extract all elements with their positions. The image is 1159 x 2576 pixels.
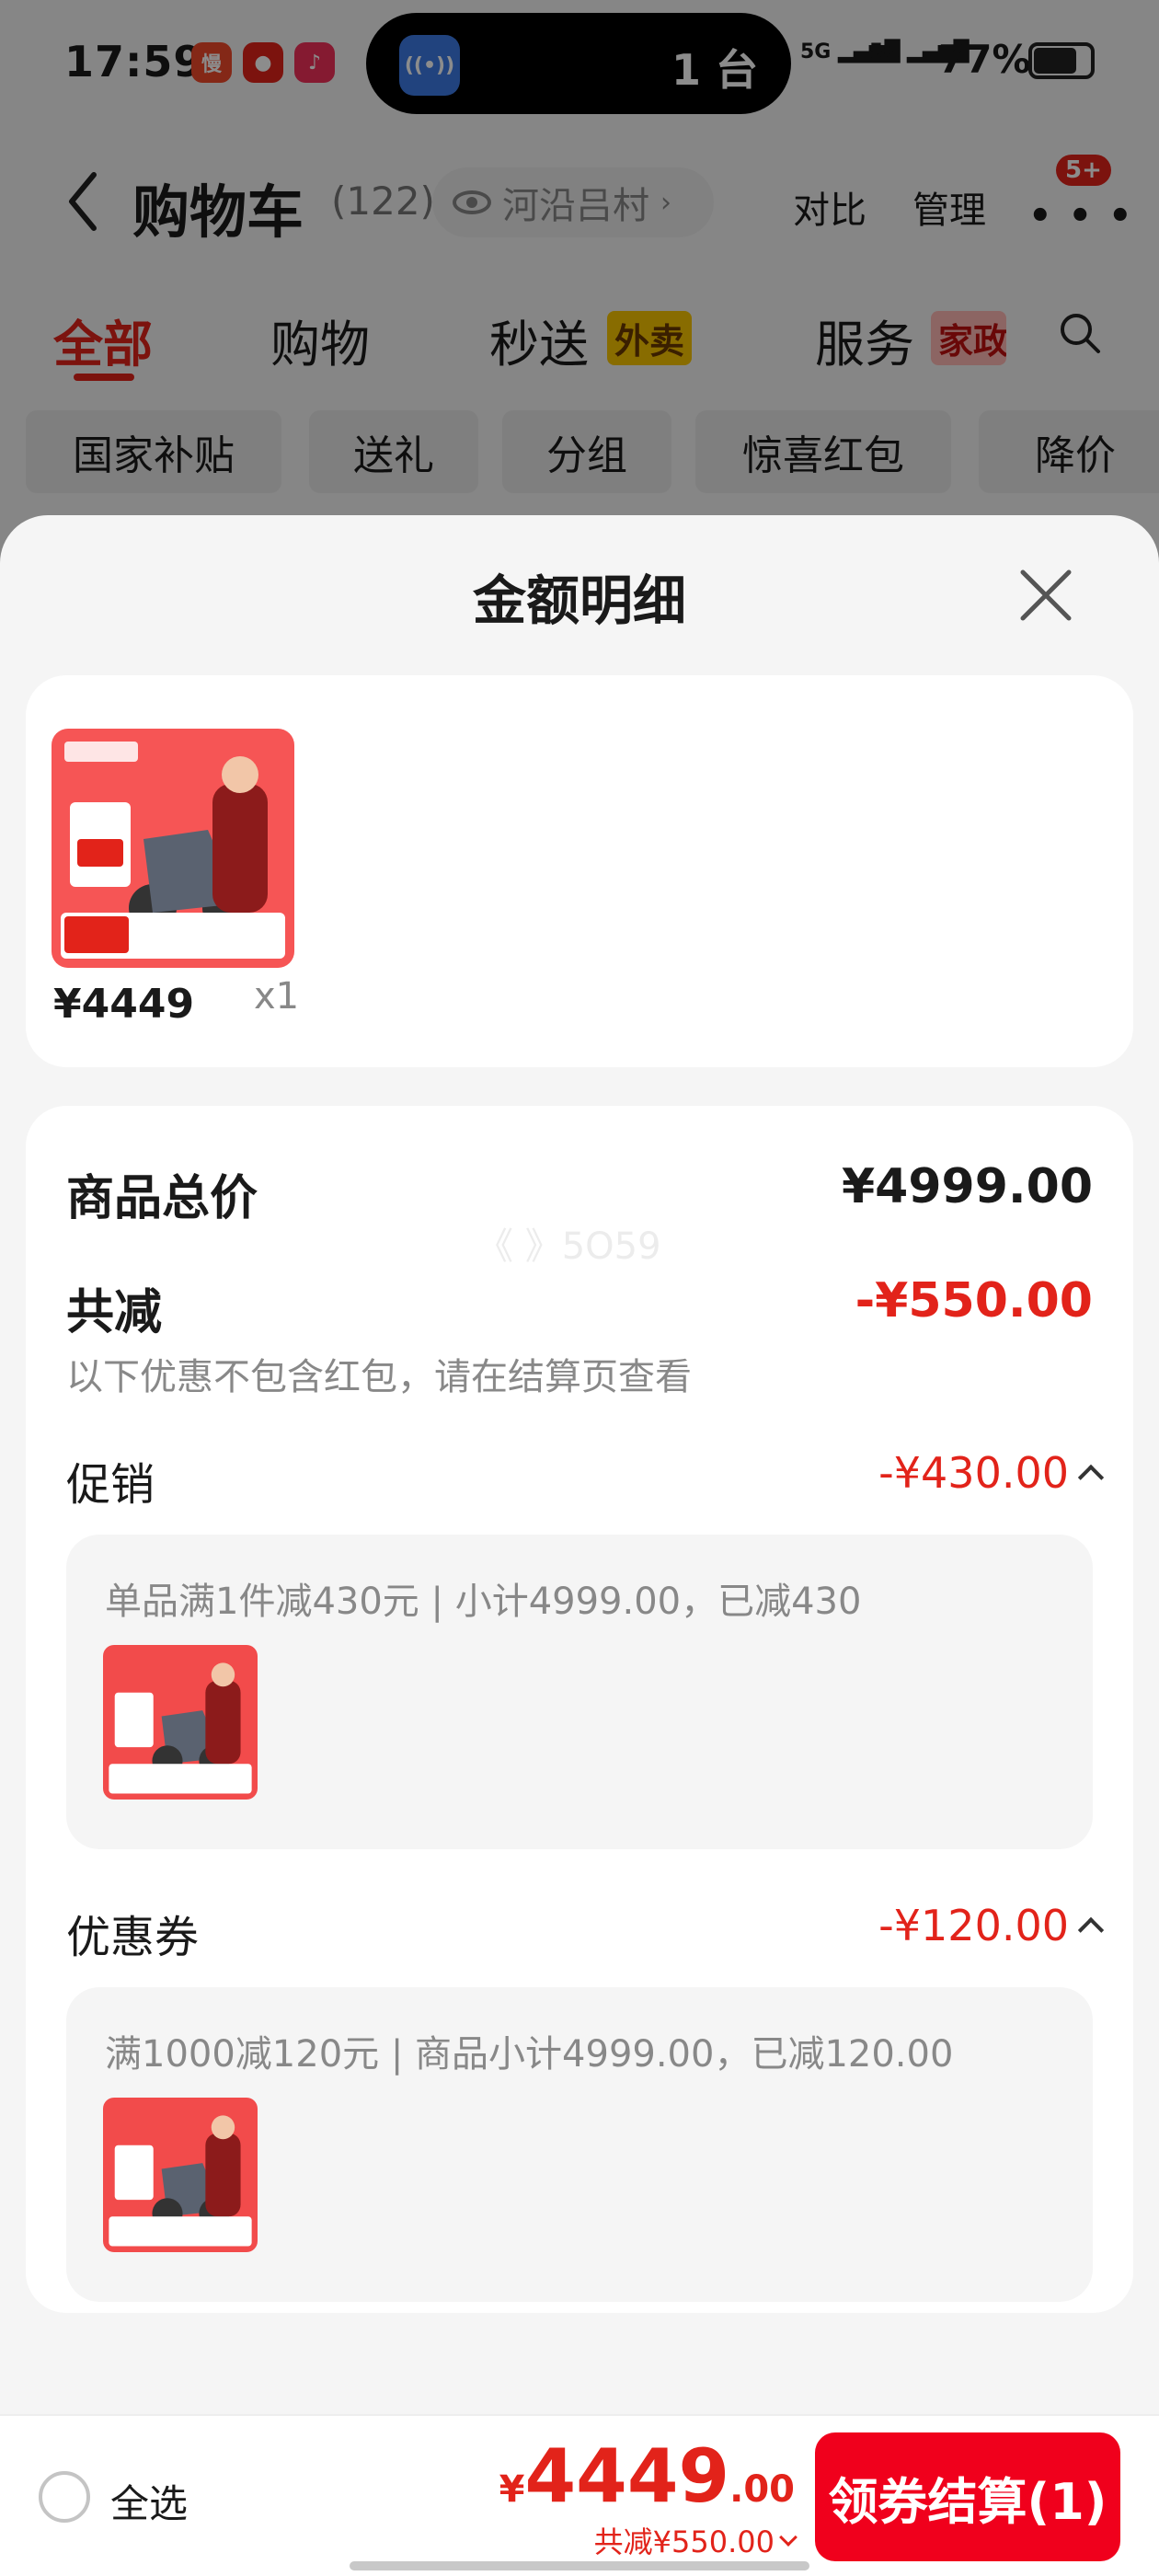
total-reduce-value: -¥550.00 [855, 1273, 1093, 1328]
reduce-summary-text: 共减¥550.00 [593, 2524, 775, 2559]
promotion-detail-text: 单品满1件减430元 | 小计4999.00，已减430 [105, 1581, 862, 1623]
total-price: ¥ 4449 .00 [499, 2436, 795, 2517]
item-price: ¥4449 [53, 981, 195, 1028]
promotion-toggle[interactable]: -¥430.00 [878, 1448, 1105, 1498]
coupon-value: -¥120.00 [878, 1901, 1069, 1950]
reduce-summary-toggle[interactable]: 共减¥550.00 [499, 2519, 798, 2561]
redpacket-note: 以下优惠不包含红包，请在结算页查看 [66, 1356, 692, 1398]
checkout-bar: 全选 ¥ 4449 .00 共减¥550.00 领券结算(1) [0, 2414, 1159, 2576]
promotion-product-image [103, 1645, 258, 1800]
select-all-label[interactable]: 全选 [110, 2473, 188, 2529]
coupon-product-image [103, 2098, 258, 2252]
select-all-radio[interactable] [39, 2471, 90, 2523]
item-quantity: x1 [254, 975, 300, 1018]
total-amount: ¥ 4449 .00 共减¥550.00 [499, 2436, 798, 2561]
promotion-label: 促销 [66, 1459, 155, 1511]
coupon-detail-box: 满1000减120元 | 商品小计4999.00，已减120.00 [66, 1987, 1093, 2302]
price-detail-card: 《 》5O59 商品总价 ¥4999.00 共减 -¥550.00 以下优惠不包… [26, 1106, 1133, 2313]
currency-symbol: ¥ [499, 2468, 525, 2511]
total-price-label: 商品总价 [66, 1171, 258, 1226]
total-integer: 4449 [524, 2433, 730, 2519]
total-price-value: ¥4999.00 [841, 1159, 1093, 1214]
total-reduce-label: 共减 [66, 1285, 163, 1340]
coupon-detail-text: 满1000减120元 | 商品小计4999.00，已减120.00 [105, 2033, 954, 2076]
coupon-label: 优惠券 [66, 1912, 200, 1963]
chevron-up-icon [1077, 1464, 1105, 1491]
product-image[interactable] [52, 729, 294, 968]
promotion-value: -¥430.00 [878, 1448, 1069, 1498]
selected-items-card: ¥4449 x1 [26, 675, 1133, 1067]
sheet-title: 金额明细 [472, 569, 686, 632]
watermark: 《 》5O59 [476, 1225, 661, 1268]
amount-detail-sheet: 金额明细 ¥4449 x1 《 》5O59 商品总价 ¥4999.00 共减 -… [0, 515, 1159, 2576]
close-icon[interactable] [1014, 563, 1078, 627]
chevron-up-icon [1077, 1916, 1105, 1944]
chevron-down-icon [779, 2528, 798, 2547]
total-decimal: .00 [729, 2468, 795, 2511]
checkout-button[interactable]: 领券结算(1) [815, 2432, 1120, 2561]
home-indicator[interactable] [350, 2561, 809, 2570]
promotion-detail-box: 单品满1件减430元 | 小计4999.00，已减430 [66, 1535, 1093, 1849]
coupon-toggle[interactable]: -¥120.00 [878, 1901, 1105, 1950]
